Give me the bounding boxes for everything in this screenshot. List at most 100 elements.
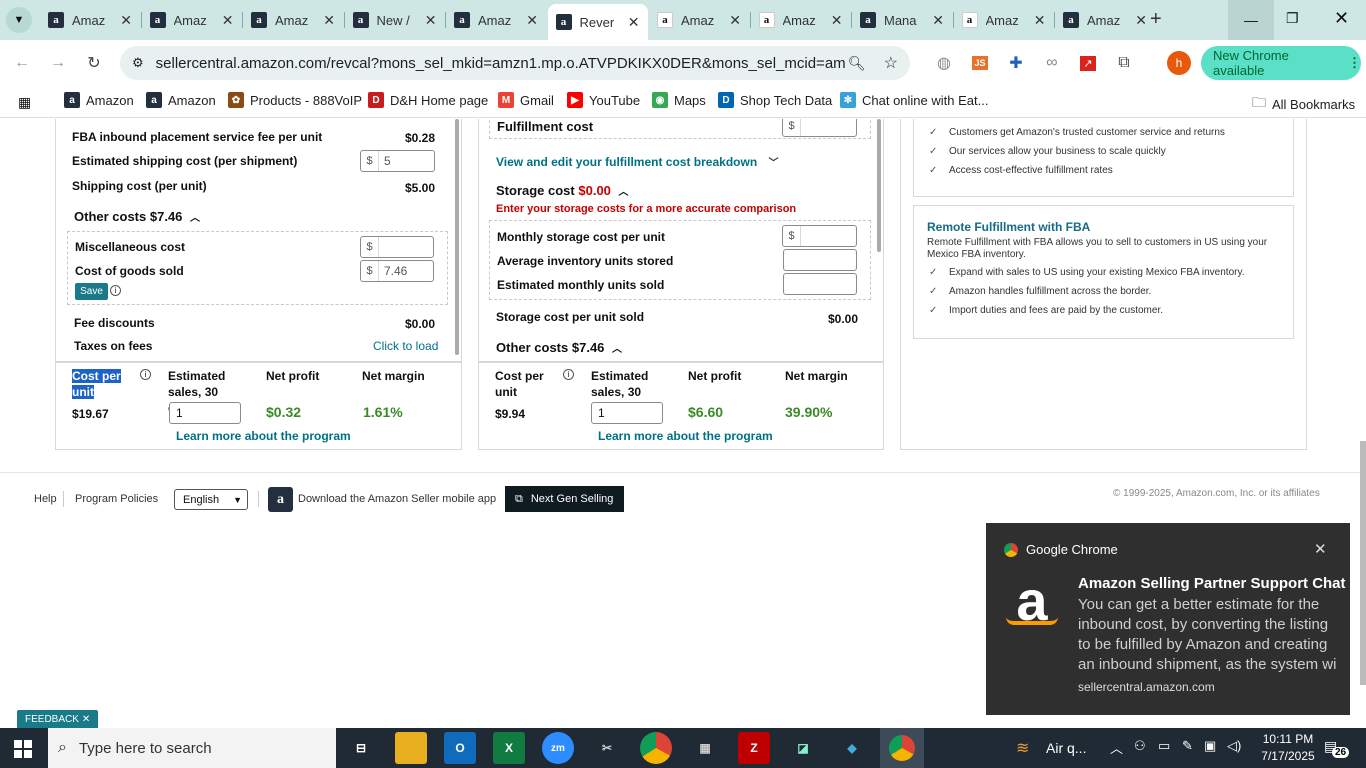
- est-shipping-field[interactable]: [379, 151, 434, 171]
- tab-5[interactable]: a Rever ✕: [547, 4, 648, 40]
- clock-time[interactable]: 10:11 PM: [1258, 732, 1318, 746]
- task-view-icon[interactable]: ⊟: [345, 732, 377, 764]
- tab-6[interactable]: a Amaz ✕: [649, 6, 749, 34]
- close-icon[interactable]: ✕: [1314, 540, 1327, 558]
- tab-10[interactable]: a Amaz ✕: [1055, 6, 1155, 34]
- tab-close-icon[interactable]: ✕: [1034, 12, 1046, 29]
- pen-icon[interactable]: ✎: [1182, 738, 1193, 754]
- extension-icon[interactable]: ∞: [1040, 51, 1064, 75]
- info-icon[interactable]: i: [140, 369, 151, 380]
- misc-field[interactable]: [379, 237, 433, 257]
- minimize-button[interactable]: —: [1228, 0, 1274, 40]
- tab-7[interactable]: a Amaz ✕: [751, 6, 851, 34]
- tab-close-icon[interactable]: ✕: [425, 12, 437, 29]
- bookmark-star-icon[interactable]: ☆: [884, 53, 898, 73]
- chrome-profile-taskbar-icon[interactable]: [880, 728, 924, 768]
- all-bookmarks[interactable]: 🗀 All Bookmarks: [1252, 92, 1355, 116]
- middle-scrollbar[interactable]: [877, 119, 881, 252]
- bookmark-item[interactable]: ✻ Chat online with Eat...: [840, 92, 988, 108]
- tab-close-icon[interactable]: ✕: [526, 12, 538, 29]
- tab-9[interactable]: a Amaz ✕: [954, 6, 1054, 34]
- site-info-icon[interactable]: ⚙: [132, 55, 144, 71]
- est-monthly-units-input[interactable]: [783, 273, 857, 295]
- bookmark-item[interactable]: a Amazon: [146, 92, 216, 108]
- misc-input[interactable]: $: [360, 236, 434, 258]
- tray-chevron-icon[interactable]: ︿: [1110, 738, 1123, 757]
- tab-search-button[interactable]: ▼: [6, 7, 32, 33]
- info-icon[interactable]: i: [110, 285, 121, 296]
- puzzle-extensions-icon[interactable]: ⧉: [1112, 51, 1136, 75]
- pdf-extension-icon[interactable]: ↗: [1076, 51, 1100, 75]
- bookmark-item[interactable]: M Gmail: [498, 92, 554, 108]
- profile-avatar[interactable]: h: [1167, 51, 1191, 75]
- weather-text[interactable]: Air q...: [1046, 740, 1086, 756]
- feedback-button[interactable]: FEEDBACK ✕: [17, 710, 99, 728]
- tab-close-icon[interactable]: ✕: [628, 14, 640, 31]
- restore-button[interactable]: ❐: [1286, 10, 1299, 27]
- taskbar-search[interactable]: ⌕ Type here to search: [48, 728, 336, 768]
- windows-start-icon[interactable]: [14, 740, 32, 758]
- zoom-extension-icon[interactable]: ✚: [1004, 51, 1028, 75]
- volume-icon[interactable]: ◁): [1227, 738, 1241, 754]
- tab-close-icon[interactable]: ✕: [831, 12, 843, 29]
- close-icon[interactable]: ✕: [82, 714, 90, 725]
- cogs-input[interactable]: $: [360, 260, 434, 282]
- tab-1[interactable]: a Amaz ✕: [142, 6, 242, 34]
- tab-close-icon[interactable]: ✕: [323, 12, 335, 29]
- learn-more-link[interactable]: Learn more about the program: [598, 429, 773, 443]
- excel-icon[interactable]: X: [493, 732, 525, 764]
- app-icon[interactable]: ◪: [787, 732, 819, 764]
- bookmark-item[interactable]: D D&H Home page: [368, 92, 488, 108]
- monthly-storage-field[interactable]: [801, 226, 856, 246]
- outlook-icon[interactable]: O: [444, 732, 476, 764]
- program-policies-link[interactable]: Program Policies: [75, 493, 158, 505]
- storage-cost-toggle[interactable]: Storage cost $0.00 ︿: [496, 183, 629, 198]
- avg-inventory-input[interactable]: [783, 249, 857, 271]
- other-costs-toggle[interactable]: Other costs $7.46 ︿: [74, 209, 200, 224]
- new-chrome-available-button[interactable]: New Chrome available ⋮: [1201, 46, 1361, 80]
- est-shipping-input[interactable]: $: [360, 150, 435, 172]
- file-explorer-icon[interactable]: [395, 732, 427, 764]
- bookmark-item[interactable]: ✿ Products - 888VoIP: [228, 92, 362, 108]
- zoom-icon[interactable]: zm: [542, 732, 574, 764]
- app-icon[interactable]: ◆: [836, 732, 868, 764]
- chrome-notification[interactable]: Google Chrome ✕ a Amazon Selling Partner…: [986, 523, 1350, 715]
- help-link[interactable]: Help: [34, 493, 57, 505]
- tab-close-icon[interactable]: ✕: [932, 12, 944, 29]
- reload-icon[interactable]: ↻: [82, 51, 106, 75]
- tab-8[interactable]: a Mana ✕: [852, 6, 952, 34]
- back-icon[interactable]: ←: [10, 51, 34, 75]
- bookmark-item[interactable]: ◉ Maps: [652, 92, 706, 108]
- learn-more-link[interactable]: Learn more about the program: [176, 429, 351, 443]
- bookmark-item[interactable]: ▶ YouTube: [567, 92, 640, 108]
- battery-icon[interactable]: ▭: [1158, 738, 1170, 754]
- cogs-field[interactable]: [379, 261, 433, 281]
- filezilla-icon[interactable]: Z: [738, 732, 770, 764]
- new-tab-button[interactable]: +: [1150, 8, 1162, 31]
- network-icon[interactable]: ▣: [1204, 738, 1216, 754]
- click-to-load-link[interactable]: Click to load: [373, 339, 438, 353]
- save-button[interactable]: Save: [75, 283, 108, 300]
- people-icon[interactable]: ⚇: [1134, 738, 1146, 754]
- close-window-button[interactable]: ✕: [1334, 8, 1349, 29]
- forward-icon[interactable]: →: [46, 51, 70, 75]
- address-bar[interactable]: ⚙ sellercentral.amazon.com/revcal?mons_s…: [120, 46, 910, 80]
- tab-3[interactable]: a New / ✕: [345, 6, 445, 34]
- est-sales-input[interactable]: 1: [169, 402, 241, 424]
- tab-close-icon[interactable]: ✕: [729, 12, 741, 29]
- globe-extension-icon[interactable]: ◍: [932, 51, 956, 75]
- zoom-icon[interactable]: 🔍︎: [848, 55, 866, 72]
- fulfillment-cost-field[interactable]: [801, 119, 856, 136]
- download-app-link[interactable]: Download the Amazon Seller mobile app: [298, 493, 496, 505]
- monthly-storage-input[interactable]: $: [782, 225, 857, 247]
- info-icon[interactable]: i: [563, 369, 574, 380]
- fulfillment-cost-input[interactable]: $: [782, 119, 857, 137]
- bookmark-item[interactable]: a Amazon: [64, 92, 134, 108]
- est-sales-input[interactable]: 1: [591, 402, 663, 424]
- bookmark-item[interactable]: D Shop Tech Data: [718, 92, 832, 108]
- weather-icon[interactable]: ≋: [1016, 738, 1029, 758]
- apps-grid-icon[interactable]: ▦: [18, 94, 31, 111]
- tab-close-icon[interactable]: ✕: [1135, 12, 1147, 29]
- calculator-icon[interactable]: ▦: [689, 732, 721, 764]
- more-menu-icon[interactable]: ⋮: [1348, 55, 1361, 71]
